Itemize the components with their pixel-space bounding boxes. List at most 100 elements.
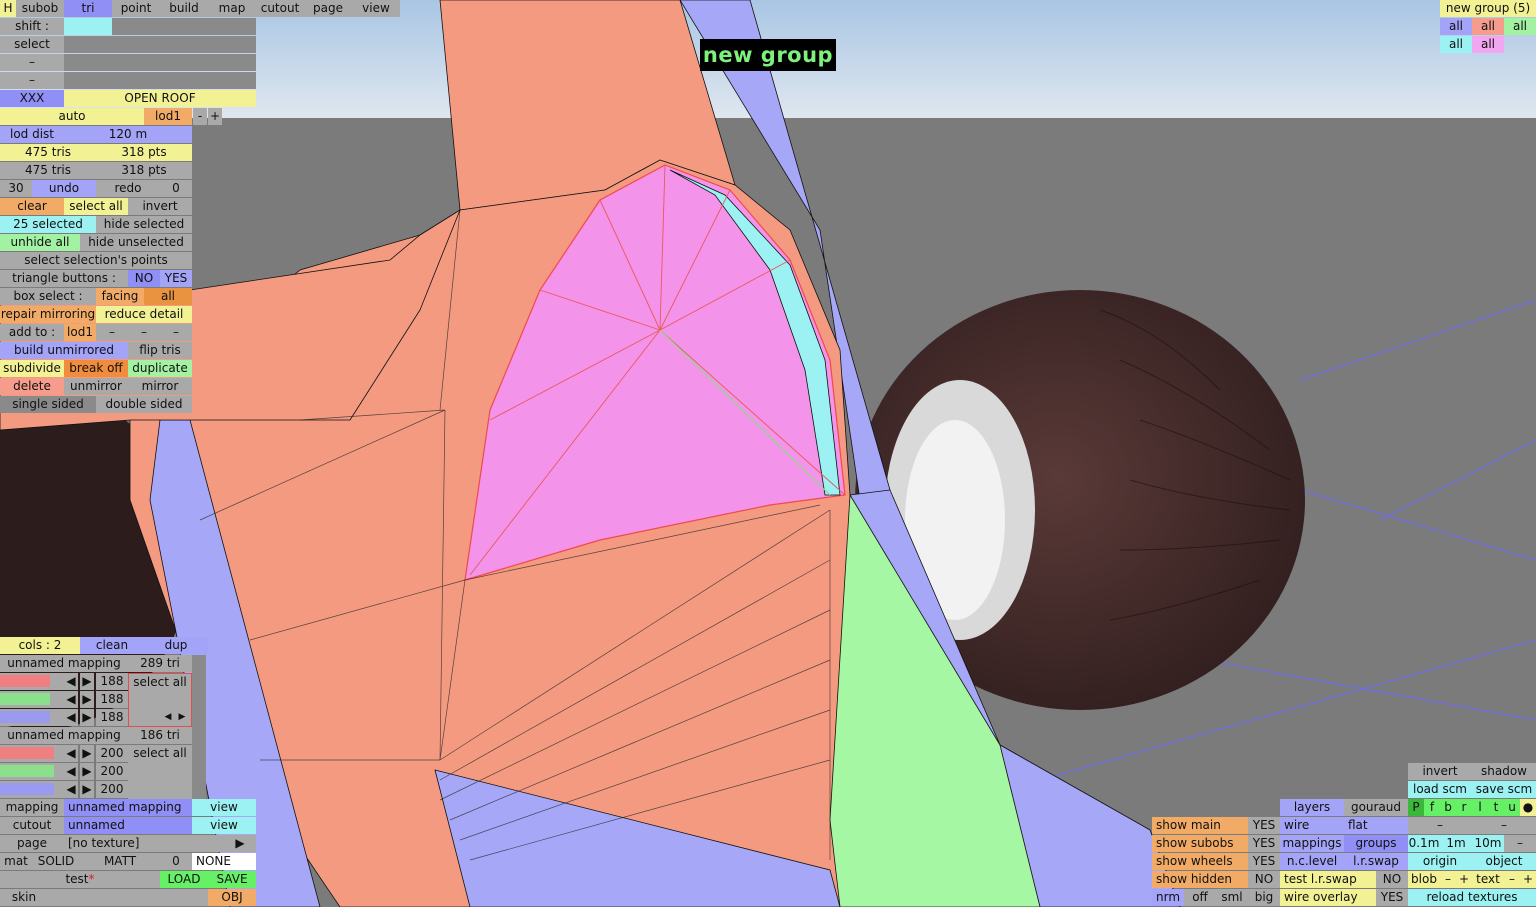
select-all-button[interactable]: select all [64,198,128,215]
nc-level-button[interactable]: n.c.level [1280,853,1344,870]
subob-slot-4[interactable] [208,18,256,35]
hide-selected-button[interactable]: hide selected [96,216,192,233]
tab-cutout[interactable]: cutout [256,0,304,17]
wire-overlay-value[interactable]: YES [1376,889,1408,906]
text-plus-button[interactable]: + [1520,871,1536,888]
double-sided-button[interactable]: double sided [96,396,192,413]
show-subobs-toggle[interactable]: show subobs [1152,835,1248,852]
add-to-slot-1[interactable]: – [96,324,128,341]
m2-b-left[interactable]: ◀ [64,781,78,798]
tri-buttons-no[interactable]: NO [128,270,160,287]
box-select-facing[interactable]: facing [96,288,144,305]
m1-g-right[interactable]: ▶ [80,691,94,708]
subob-slot-10[interactable] [112,54,160,71]
group-all-1[interactable]: all [1440,18,1472,35]
show-hidden-value[interactable]: NO [1248,871,1280,888]
tab-map[interactable]: map [208,0,256,17]
box-select-all[interactable]: all [144,288,192,305]
group-all-5[interactable]: all [1472,36,1504,53]
mirror-button[interactable]: mirror [128,378,192,395]
select-points-button[interactable]: select selection's points [0,252,192,269]
tri-buttons-yes[interactable]: YES [160,270,192,287]
wire-button[interactable]: wire [1280,817,1344,834]
subob-slot-2[interactable] [112,18,160,35]
lr-swap-button[interactable]: l.r.swap [1344,853,1408,870]
mapping-scrollbar[interactable] [192,655,206,805]
subob-slot-12[interactable] [208,54,256,71]
add-to-slot-2[interactable]: – [128,324,160,341]
viewport-3d[interactable] [0,0,1536,907]
add-to-lod[interactable]: lod1 [64,324,96,341]
page-row-value[interactable]: [no texture] [64,835,224,852]
cutout-row-value[interactable]: unnamed [64,817,192,834]
wire-overlay-toggle[interactable]: wire overlay [1280,889,1376,906]
lod-dist-value[interactable]: 120 m [64,126,192,143]
delete-button[interactable]: delete [0,378,64,395]
invert-button[interactable]: invert [128,198,192,215]
view-l-button[interactable]: l [1472,799,1488,816]
page-next-button[interactable]: ▶ [224,835,256,852]
reload-textures-button[interactable]: reload textures [1408,889,1536,906]
tab-subob[interactable]: subob [16,0,64,17]
text-minus-button[interactable]: – [1504,871,1520,888]
show-wheels-toggle[interactable]: show wheels [1152,853,1248,870]
show-wheels-value[interactable]: YES [1248,853,1280,870]
undo-button[interactable]: undo [32,180,96,197]
hide-unselected-button[interactable]: hide unselected [80,234,192,251]
unmirror-button[interactable]: unmirror [64,378,128,395]
lod-minus-button[interactable]: - [193,108,207,125]
mapping-2-name[interactable]: unnamed mapping [0,727,128,744]
normal-big-button[interactable]: big [1248,889,1280,906]
flat-button[interactable]: flat [1344,817,1408,834]
m2-r-right[interactable]: ▶ [80,745,94,762]
layers-button[interactable]: layers [1280,799,1344,816]
subob-slot-9[interactable] [64,54,112,71]
load-button[interactable]: LOAD [160,871,208,888]
group-name-button[interactable]: XXX [0,90,64,107]
show-main-toggle[interactable]: show main [1152,817,1248,834]
subob-slot-8[interactable] [208,36,256,53]
object-button[interactable]: object [1472,853,1536,870]
groups-button[interactable]: groups [1344,835,1408,852]
dist-1m[interactable]: 1m [1440,835,1472,852]
view-dot-icon[interactable]: ● [1520,799,1536,816]
lod-button[interactable]: lod1 [144,108,192,125]
single-sided-button[interactable]: single sided [0,396,96,413]
m2-r-left[interactable]: ◀ [64,745,78,762]
tab-view[interactable]: view [352,0,400,17]
mat-none-field[interactable]: NONE [192,853,256,870]
dist-dash[interactable]: – [1504,835,1536,852]
mappings-button[interactable]: mappings [1280,835,1344,852]
skin-field[interactable] [48,889,208,906]
m2-b-right[interactable]: ▶ [80,781,94,798]
m1-b-right[interactable]: ▶ [80,709,94,726]
mapping-view-button[interactable]: view [192,799,256,816]
obj-button[interactable]: OBJ [208,889,256,906]
m2-g-right[interactable]: ▶ [80,763,94,780]
view-b-button[interactable]: b [1440,799,1456,816]
dist-10m[interactable]: 10m [1472,835,1504,852]
blob-plus-button[interactable]: + [1456,871,1472,888]
duplicate-button[interactable]: duplicate [128,360,192,377]
clean-button[interactable]: clean [80,637,144,654]
group-all-2[interactable]: all [1472,18,1504,35]
subob-slot-11[interactable] [160,54,208,71]
view-t-button[interactable]: t [1488,799,1504,816]
mat-number[interactable]: 0 [160,853,192,870]
show-subobs-value[interactable]: YES [1248,835,1280,852]
cutout-view-button[interactable]: view [192,817,256,834]
mapping-1-name[interactable]: unnamed mapping [0,655,128,672]
dup-button[interactable]: dup [144,637,208,654]
reduce-detail-button[interactable]: reduce detail [96,306,192,323]
repair-mirroring-button[interactable]: repair mirroring [0,306,96,323]
mat-solid-button[interactable]: SOLID [32,853,80,870]
subob-slot-14[interactable] [112,72,160,89]
add-to-slot-3[interactable]: – [160,324,192,341]
tab-point[interactable]: point [112,0,160,17]
view-p-button[interactable]: P [1408,799,1424,816]
subdivide-button[interactable]: subdivide [0,360,64,377]
subob-slot-6[interactable] [112,36,160,53]
group-all-3[interactable]: all [1504,18,1536,35]
save-scm-button[interactable]: save scm [1472,781,1536,798]
build-unmirrored-button[interactable]: build unmirrored [0,342,128,359]
